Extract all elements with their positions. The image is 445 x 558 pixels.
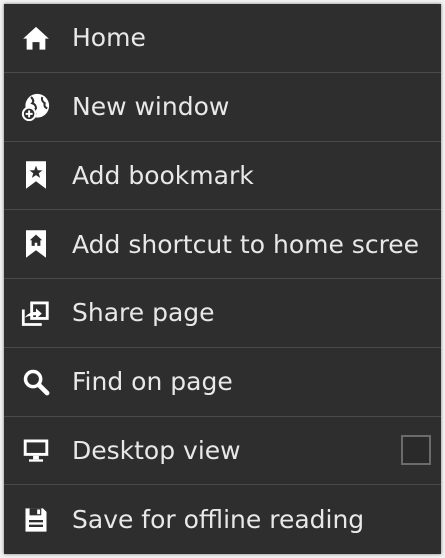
overflow-menu: Home New window Add bookmark Add shortcu… xyxy=(4,4,441,554)
monitor-icon xyxy=(20,434,52,466)
menu-item-add-shortcut[interactable]: Add shortcut to home scree xyxy=(4,210,441,279)
desktop-view-checkbox[interactable] xyxy=(401,435,431,466)
menu-item-label: Home xyxy=(72,23,146,53)
bookmark-home-icon xyxy=(20,228,52,260)
menu-item-label: Save for offline reading xyxy=(72,505,365,535)
menu-item-label: Share page xyxy=(72,298,215,328)
bookmark-star-icon xyxy=(20,159,52,191)
share-icon xyxy=(20,297,52,329)
menu-item-save-offline[interactable]: Save for offline reading xyxy=(4,485,441,554)
menu-item-new-window[interactable]: New window xyxy=(4,73,441,142)
save-icon xyxy=(20,504,52,536)
menu-item-label: Find on page xyxy=(72,367,233,397)
menu-item-label: New window xyxy=(72,92,230,122)
menu-item-share-page[interactable]: Share page xyxy=(4,279,441,348)
menu-item-find-on-page[interactable]: Find on page xyxy=(4,348,441,417)
home-icon xyxy=(20,22,52,54)
menu-item-label: Add bookmark xyxy=(72,160,254,190)
menu-item-label: Desktop view xyxy=(72,435,241,465)
menu-item-add-bookmark[interactable]: Add bookmark xyxy=(4,142,441,211)
search-icon xyxy=(20,366,52,398)
menu-item-label: Add shortcut to home scree xyxy=(72,229,420,259)
menu-item-desktop-view[interactable]: Desktop view xyxy=(4,417,441,486)
menu-item-home[interactable]: Home xyxy=(4,4,441,73)
new-window-globe-icon xyxy=(20,91,52,123)
